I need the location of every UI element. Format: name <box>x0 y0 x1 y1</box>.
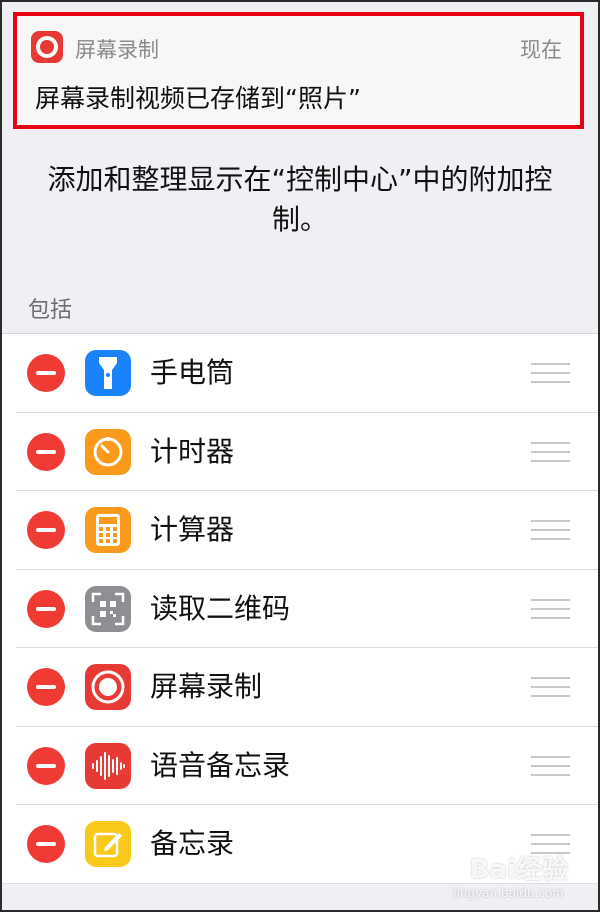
remove-button[interactable] <box>27 589 65 628</box>
control-row-flashlight[interactable]: 手电筒 <box>0 334 600 413</box>
control-label: 屏幕录制 <box>150 670 263 703</box>
notification-time: 现在 <box>520 38 562 62</box>
notification-app-name: 屏幕录制 <box>75 38 159 62</box>
remove-button[interactable] <box>27 668 65 706</box>
reorder-handle[interactable] <box>531 755 570 776</box>
voice-memo-icon <box>85 742 131 789</box>
control-label: 备忘录 <box>150 827 235 860</box>
qr-code-icon <box>85 585 131 632</box>
control-row-screen-record[interactable]: 屏幕录制 <box>0 648 600 727</box>
watermark-url: jingyan.baidu.com <box>453 886 564 900</box>
reorder-handle[interactable] <box>531 520 570 540</box>
remove-button[interactable] <box>27 354 65 392</box>
remove-button[interactable] <box>27 511 65 549</box>
control-label: 手电筒 <box>150 356 235 389</box>
section-header-included: 包括 <box>28 298 73 323</box>
included-controls-list: 手电筒 计时器 计算器 读取二维码 屏幕录制 语音备忘录 备忘录 <box>0 333 600 884</box>
screen-record-icon <box>85 664 131 710</box>
reorder-handle[interactable] <box>531 598 570 619</box>
reorder-handle[interactable] <box>531 677 570 697</box>
control-label: 计时器 <box>150 434 235 468</box>
reorder-handle[interactable] <box>531 363 570 383</box>
notification-banner[interactable]: 屏幕录制 现在 屏幕录制视频已存储到“照片” <box>13 12 584 129</box>
notes-icon <box>85 821 131 867</box>
calculator-icon <box>85 507 131 553</box>
watermark-logo: Bai经验 <box>469 855 568 885</box>
notification-message: 屏幕录制视频已存储到“照片” <box>35 84 361 113</box>
reorder-handle[interactable] <box>531 441 570 462</box>
remove-button[interactable] <box>27 825 65 863</box>
page-description: 添加和整理显示在“控制中心”中的附加控制。 <box>47 163 553 236</box>
control-row-qr-reader[interactable]: 读取二维码 <box>0 570 600 649</box>
control-label: 读取二维码 <box>150 591 291 625</box>
control-row-voice-memo[interactable]: 语音备忘录 <box>0 727 600 806</box>
control-row-timer[interactable]: 计时器 <box>0 413 600 492</box>
flashlight-icon <box>85 350 131 396</box>
remove-button[interactable] <box>27 432 65 471</box>
control-label: 语音备忘录 <box>150 748 291 782</box>
timer-icon <box>85 428 131 475</box>
remove-button[interactable] <box>27 746 65 785</box>
control-label: 计算器 <box>150 513 235 546</box>
screen-record-app-icon <box>31 31 63 63</box>
control-row-calculator[interactable]: 计算器 <box>0 491 600 570</box>
